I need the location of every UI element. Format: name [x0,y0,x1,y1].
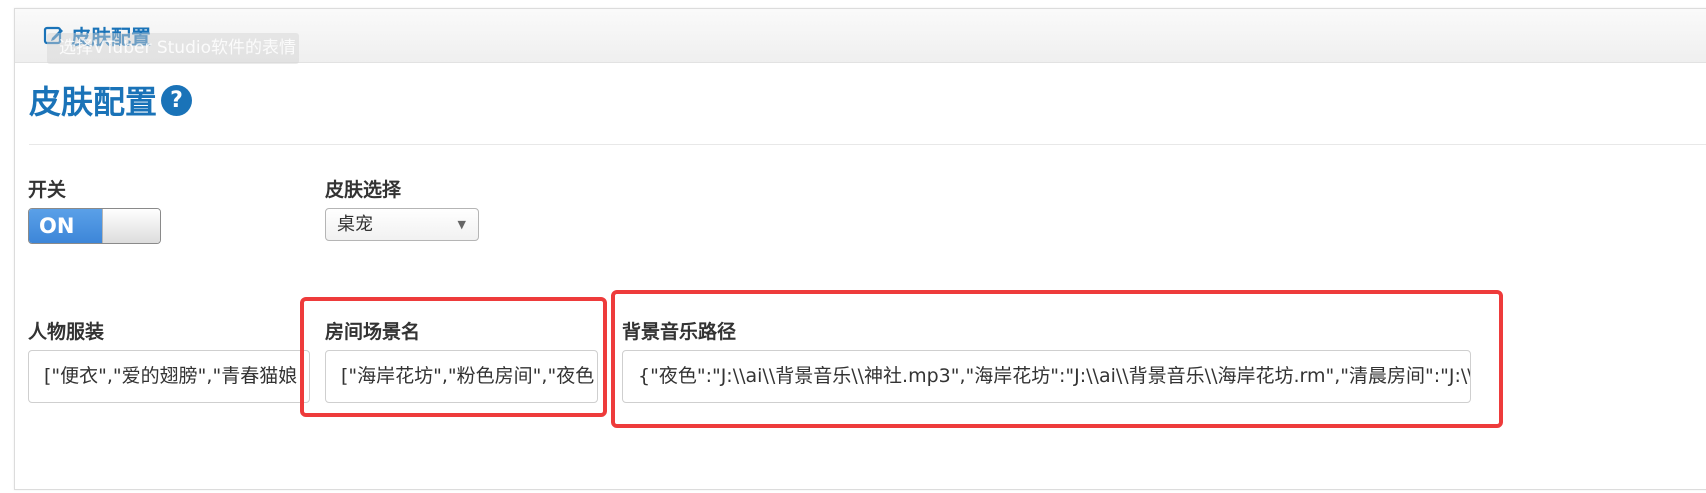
highlight-box-bgm-path [611,290,1503,428]
skin-select-label: 皮肤选择 [325,179,402,201]
page-title: 皮肤配置 ? [29,77,193,123]
help-icon[interactable]: ? [161,84,193,116]
costume-label: 人物服装 [28,321,105,343]
dropdown-arrow-icon: ▼ [457,218,466,231]
skin-select-dropdown[interactable]: 桌宠 ▼ [325,208,479,241]
toggle-on-state: ON [29,209,102,243]
page-title-text: 皮肤配置 [29,83,158,121]
highlight-box-room-scene [300,297,607,417]
tooltip: 选择VTuber Studio软件的表情 [47,33,299,64]
switch-label: 开关 [28,179,67,201]
panel-header: 皮肤配置 选择VTuber Studio软件的表情 [15,9,1706,64]
skin-select-value: 桌宠 [337,214,373,235]
on-off-toggle[interactable]: ON [28,208,161,244]
divider [29,144,1706,145]
costume-input[interactable]: ["便衣","爱的翅膀","青春猫娘 [28,350,310,403]
toggle-knob[interactable] [102,209,160,243]
